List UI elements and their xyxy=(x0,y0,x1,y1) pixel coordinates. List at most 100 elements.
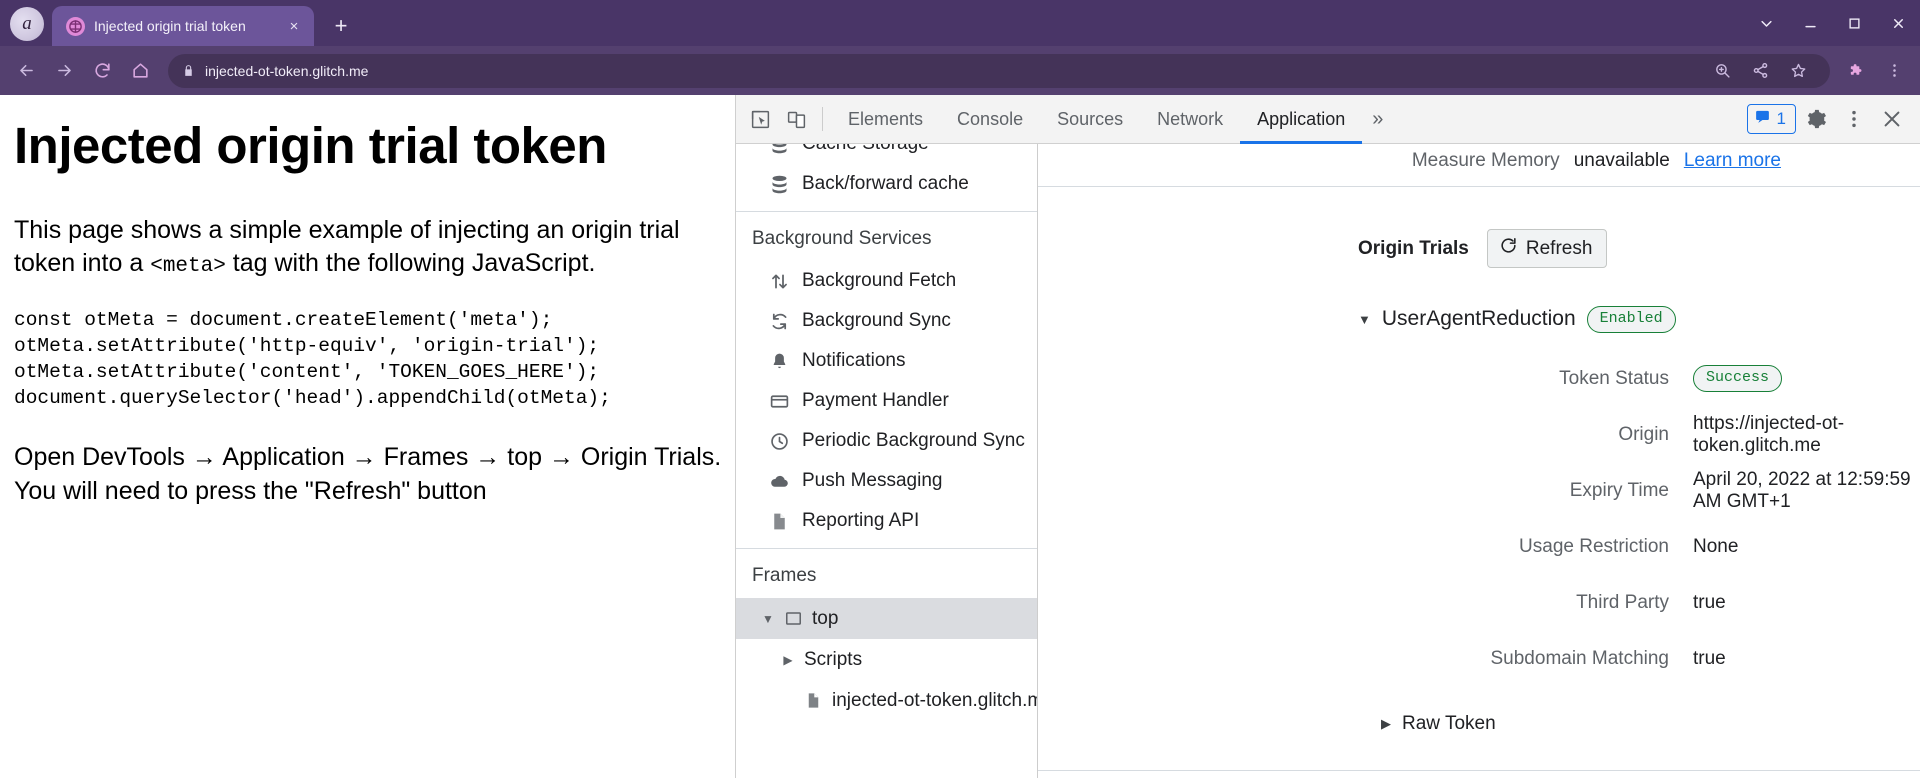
database-icon xyxy=(768,144,790,155)
sidebar-label: Background Fetch xyxy=(802,270,956,292)
browser-tab[interactable]: Injected origin trial token × xyxy=(52,6,314,46)
refresh-icon xyxy=(1499,236,1518,261)
content-divider xyxy=(1038,770,1920,771)
origin-trials-title: Origin Trials xyxy=(1358,238,1469,260)
paragraph-text-b: tag with the following JavaScript. xyxy=(226,249,596,277)
minimize-icon[interactable] xyxy=(1788,0,1832,46)
web-page-content: Injected origin trial token This page sh… xyxy=(0,95,735,778)
detail-row-expiry-time: Expiry Time April 20, 2022 at 12:59:59 A… xyxy=(1038,463,1920,519)
address-bar[interactable]: injected-ot-token.glitch.me xyxy=(168,54,1830,88)
measure-memory-learn-more-link[interactable]: Learn more xyxy=(1684,150,1781,172)
address-bar-url: injected-ot-token.glitch.me xyxy=(205,63,368,79)
frame-icon xyxy=(784,609,804,628)
tab-console[interactable]: Console xyxy=(940,95,1040,144)
frame-label: top xyxy=(812,608,838,630)
updown-arrows-icon xyxy=(768,270,790,292)
origin-trials-view: Measure Memory unavailable Learn more Or… xyxy=(1038,144,1920,778)
detail-key: Origin xyxy=(1038,424,1693,446)
new-tab-button[interactable]: + xyxy=(326,11,356,41)
kebab-menu-icon[interactable] xyxy=(1836,101,1872,137)
browser-window: a Injected origin trial token × + xyxy=(0,0,1920,782)
sidebar-label: Periodic Background Sync xyxy=(802,430,1025,452)
origin-trials-header: Origin Trials Refresh xyxy=(1038,187,1920,268)
chevron-down-icon[interactable]: ▼ xyxy=(1358,312,1371,327)
sidebar-item-cache-storage[interactable]: Cache Storage xyxy=(736,144,1037,164)
chevron-right-icon[interactable]: ▶ xyxy=(1381,716,1391,732)
frame-row-document[interactable]: injected-ot-token.glitch.me xyxy=(736,680,1037,721)
bookmark-star-icon[interactable] xyxy=(1780,53,1816,89)
console-message-badge[interactable]: 1 xyxy=(1747,104,1796,134)
zoom-icon[interactable] xyxy=(1704,53,1740,89)
omnibox-actions xyxy=(1704,53,1816,89)
trial-header-row[interactable]: ▼ UserAgentReduction Enabled xyxy=(1038,268,1920,333)
measure-memory-label: Measure Memory xyxy=(1412,150,1560,172)
devtools-tabs: Elements Console Sources Network Applica… xyxy=(831,95,1362,144)
chevron-down-icon[interactable] xyxy=(1744,0,1788,46)
more-tabs-icon[interactable]: » xyxy=(1362,108,1393,131)
devtools-body: Cache Storage Back/forward cache Backgro… xyxy=(736,144,1920,778)
home-icon[interactable] xyxy=(122,53,158,89)
gear-icon[interactable] xyxy=(1798,101,1834,137)
console-message-icon xyxy=(1754,108,1771,130)
lock-icon xyxy=(182,63,195,78)
profile-avatar[interactable]: a xyxy=(10,7,44,41)
inspect-element-icon[interactable] xyxy=(742,101,778,137)
sidebar-item-payment-handler[interactable]: Payment Handler xyxy=(736,381,1037,421)
sync-icon xyxy=(768,310,790,332)
frame-label: injected-ot-token.glitch.me xyxy=(832,690,1037,712)
sidebar-item-reporting-api[interactable]: Reporting API xyxy=(736,501,1037,541)
reload-icon[interactable] xyxy=(84,53,120,89)
tab-application[interactable]: Application xyxy=(1240,95,1362,144)
back-arrow-icon[interactable] xyxy=(8,53,44,89)
application-sidebar: Cache Storage Back/forward cache Backgro… xyxy=(736,144,1038,778)
detail-row-origin: Origin https://injected-ot-token.glitch.… xyxy=(1038,407,1920,463)
detail-value: https://injected-ot-token.glitch.me xyxy=(1693,413,1920,457)
tab-sources[interactable]: Sources xyxy=(1040,95,1140,144)
clock-icon xyxy=(768,430,790,452)
sidebar-item-notifications[interactable]: Notifications xyxy=(736,341,1037,381)
devtools-close-icon[interactable] xyxy=(1874,101,1910,137)
sidebar-label: Reporting API xyxy=(802,510,919,532)
chevron-right-icon[interactable]: ▶ xyxy=(780,653,796,667)
chrome-menu-icon[interactable] xyxy=(1876,53,1912,89)
extensions-puzzle-icon[interactable] xyxy=(1838,53,1874,89)
trial-status-badge: Enabled xyxy=(1587,306,1676,333)
toolbar-right-actions xyxy=(1838,53,1912,89)
sidebar-item-push-messaging[interactable]: Push Messaging xyxy=(736,461,1037,501)
detail-value: true xyxy=(1693,592,1726,614)
detail-row-subdomain-matching: Subdomain Matching true xyxy=(1038,631,1920,687)
sidebar-item-back-forward-cache[interactable]: Back/forward cache xyxy=(736,164,1037,204)
viewport-split: Injected origin trial token This page sh… xyxy=(0,95,1920,778)
tab-network[interactable]: Network xyxy=(1140,95,1240,144)
page-paragraph-1: This page shows a simple example of inje… xyxy=(14,214,729,282)
devtools-toolbar: Elements Console Sources Network Applica… xyxy=(736,95,1920,144)
page-title: Injected origin trial token xyxy=(14,117,735,176)
console-message-count: 1 xyxy=(1777,109,1786,129)
window-close-icon[interactable] xyxy=(1876,0,1920,46)
frame-row-top[interactable]: ▼ top xyxy=(736,598,1037,639)
refresh-button-label: Refresh xyxy=(1526,238,1593,260)
forward-arrow-icon[interactable] xyxy=(46,53,82,89)
device-toolbar-icon[interactable] xyxy=(778,101,814,137)
detail-row-third-party: Third Party true xyxy=(1038,575,1920,631)
devtools-toolbar-right: 1 xyxy=(1747,101,1914,137)
frame-row-scripts[interactable]: ▶ Scripts xyxy=(736,639,1037,680)
tab-title: Injected origin trial token xyxy=(94,18,275,34)
measure-memory-row: Measure Memory unavailable Learn more xyxy=(1038,144,1920,187)
frames-title: Frames xyxy=(736,549,1037,598)
sidebar-item-background-sync[interactable]: Background Sync xyxy=(736,301,1037,341)
maximize-icon[interactable] xyxy=(1832,0,1876,46)
raw-token-row[interactable]: ▶ Raw Token xyxy=(1038,687,1920,735)
bell-icon xyxy=(768,350,790,372)
glitch-favicon-icon xyxy=(66,17,85,36)
tab-elements[interactable]: Elements xyxy=(831,95,940,144)
tab-close-icon[interactable]: × xyxy=(284,16,304,36)
refresh-button[interactable]: Refresh xyxy=(1487,229,1608,268)
chevron-down-icon[interactable]: ▼ xyxy=(760,612,776,626)
sidebar-item-periodic-background-sync[interactable]: Periodic Background Sync xyxy=(736,421,1037,461)
credit-card-icon xyxy=(768,390,790,412)
tab-strip: a Injected origin trial token × + xyxy=(0,0,1920,46)
sidebar-item-background-fetch[interactable]: Background Fetch xyxy=(736,261,1037,301)
share-icon[interactable] xyxy=(1742,53,1778,89)
toolbar-divider xyxy=(822,107,823,131)
